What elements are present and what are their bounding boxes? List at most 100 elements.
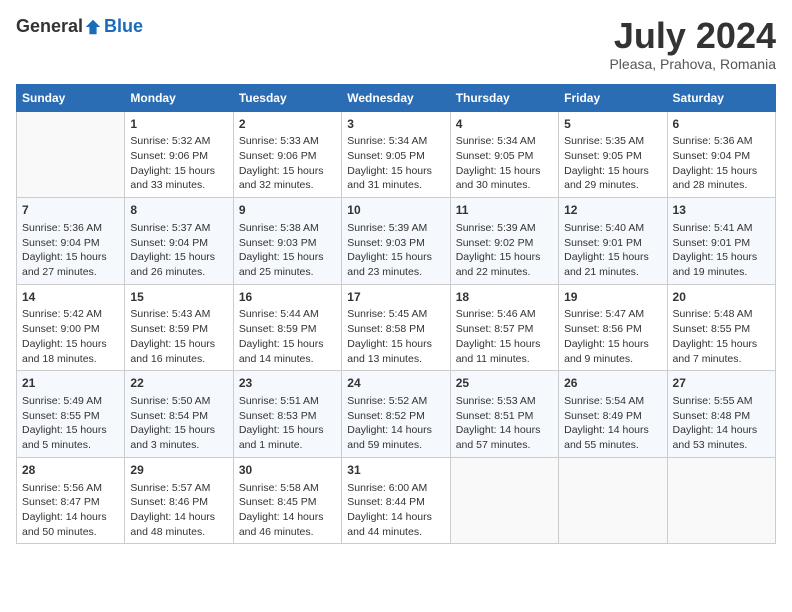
calendar-day-22: 22Sunrise: 5:50 AMSunset: 8:54 PMDayligh… [125,371,233,458]
day-info-line: Sunset: 8:46 PM [130,495,227,510]
day-info-line: Sunrise: 5:36 AM [673,134,770,149]
calendar-week-row: 21Sunrise: 5:49 AMSunset: 8:55 PMDayligh… [17,371,776,458]
day-number: 4 [456,116,553,133]
day-info-line: Sunset: 8:54 PM [130,409,227,424]
day-number: 5 [564,116,661,133]
day-number: 1 [130,116,227,133]
day-info-line: Daylight: 15 hours [239,250,336,265]
calendar-day-13: 13Sunrise: 5:41 AMSunset: 9:01 PMDayligh… [667,198,775,285]
header-day-thursday: Thursday [450,84,558,111]
day-info-line: Daylight: 14 hours [564,423,661,438]
calendar-day-11: 11Sunrise: 5:39 AMSunset: 9:02 PMDayligh… [450,198,558,285]
day-info-line: Daylight: 14 hours [347,423,444,438]
day-info-line: Sunset: 9:02 PM [456,236,553,251]
day-info-line: Sunrise: 5:57 AM [130,481,227,496]
day-info-line: Daylight: 15 hours [347,250,444,265]
day-info-line: Sunset: 8:47 PM [22,495,119,510]
day-info-line: Sunset: 9:01 PM [564,236,661,251]
day-info-line: and 29 minutes. [564,178,661,193]
day-info-line: Sunset: 9:04 PM [673,149,770,164]
day-info-line: Sunset: 9:00 PM [22,322,119,337]
calendar-day-8: 8Sunrise: 5:37 AMSunset: 9:04 PMDaylight… [125,198,233,285]
day-number: 7 [22,202,119,219]
calendar-day-28: 28Sunrise: 5:56 AMSunset: 8:47 PMDayligh… [17,457,125,544]
day-info-line: Sunset: 8:44 PM [347,495,444,510]
calendar-day-empty [559,457,667,544]
calendar-day-21: 21Sunrise: 5:49 AMSunset: 8:55 PMDayligh… [17,371,125,458]
day-info-line: Sunset: 8:56 PM [564,322,661,337]
calendar-header-row: SundayMondayTuesdayWednesdayThursdayFrid… [17,84,776,111]
calendar-day-empty [450,457,558,544]
day-number: 12 [564,202,661,219]
calendar-day-7: 7Sunrise: 5:36 AMSunset: 9:04 PMDaylight… [17,198,125,285]
calendar-day-empty [17,111,125,198]
day-info-line: Sunset: 9:03 PM [239,236,336,251]
day-number: 29 [130,462,227,479]
day-info-line: Sunset: 8:57 PM [456,322,553,337]
day-number: 3 [347,116,444,133]
calendar-subtitle: Pleasa, Prahova, Romania [609,56,776,72]
title-block: July 2024 Pleasa, Prahova, Romania [609,16,776,72]
day-info-line: Daylight: 15 hours [673,164,770,179]
day-number: 17 [347,289,444,306]
day-number: 13 [673,202,770,219]
calendar-day-6: 6Sunrise: 5:36 AMSunset: 9:04 PMDaylight… [667,111,775,198]
day-info-line: and 33 minutes. [130,178,227,193]
day-info-line: Sunset: 8:48 PM [673,409,770,424]
day-info-line: Sunrise: 6:00 AM [347,481,444,496]
calendar-day-empty [667,457,775,544]
calendar-table: SundayMondayTuesdayWednesdayThursdayFrid… [16,84,776,545]
calendar-day-9: 9Sunrise: 5:38 AMSunset: 9:03 PMDaylight… [233,198,341,285]
day-info-line: Sunset: 8:55 PM [673,322,770,337]
day-number: 11 [456,202,553,219]
day-info-line: Sunset: 8:45 PM [239,495,336,510]
calendar-day-5: 5Sunrise: 5:35 AMSunset: 9:05 PMDaylight… [559,111,667,198]
calendar-day-1: 1Sunrise: 5:32 AMSunset: 9:06 PMDaylight… [125,111,233,198]
day-info-line: and 48 minutes. [130,525,227,540]
day-info-line: and 28 minutes. [673,178,770,193]
day-info-line: Sunset: 9:01 PM [673,236,770,251]
calendar-day-17: 17Sunrise: 5:45 AMSunset: 8:58 PMDayligh… [342,284,450,371]
day-info-line: and 27 minutes. [22,265,119,280]
day-number: 18 [456,289,553,306]
day-info-line: Daylight: 15 hours [239,164,336,179]
day-info-line: Sunrise: 5:44 AM [239,307,336,322]
logo-general: General [16,16,83,37]
day-info-line: and 32 minutes. [239,178,336,193]
calendar-day-26: 26Sunrise: 5:54 AMSunset: 8:49 PMDayligh… [559,371,667,458]
day-info-line: Sunrise: 5:37 AM [130,221,227,236]
day-info-line: Sunrise: 5:34 AM [347,134,444,149]
header-day-sunday: Sunday [17,84,125,111]
day-info-line: and 19 minutes. [673,265,770,280]
day-info-line: Sunrise: 5:32 AM [130,134,227,149]
day-info-line: and 13 minutes. [347,352,444,367]
day-info-line: Sunset: 8:55 PM [22,409,119,424]
day-info-line: Sunrise: 5:56 AM [22,481,119,496]
day-info-line: Sunset: 9:06 PM [239,149,336,164]
day-info-line: and 46 minutes. [239,525,336,540]
day-number: 6 [673,116,770,133]
day-info-line: and 50 minutes. [22,525,119,540]
day-info-line: Daylight: 14 hours [130,510,227,525]
day-info-line: Sunset: 8:51 PM [456,409,553,424]
day-info-line: Daylight: 15 hours [130,337,227,352]
page-header: General Blue July 2024 Pleasa, Prahova, … [16,16,776,72]
day-number: 10 [347,202,444,219]
day-info-line: Sunset: 8:53 PM [239,409,336,424]
day-info-line: and 7 minutes. [673,352,770,367]
day-info-line: Sunrise: 5:51 AM [239,394,336,409]
header-day-friday: Friday [559,84,667,111]
day-info-line: and 26 minutes. [130,265,227,280]
day-info-line: Sunrise: 5:39 AM [456,221,553,236]
calendar-week-row: 7Sunrise: 5:36 AMSunset: 9:04 PMDaylight… [17,198,776,285]
calendar-week-row: 28Sunrise: 5:56 AMSunset: 8:47 PMDayligh… [17,457,776,544]
day-info-line: Sunset: 8:59 PM [239,322,336,337]
day-info-line: and 23 minutes. [347,265,444,280]
day-number: 14 [22,289,119,306]
day-info-line: Sunrise: 5:33 AM [239,134,336,149]
day-info-line: and 11 minutes. [456,352,553,367]
day-number: 16 [239,289,336,306]
day-info-line: and 59 minutes. [347,438,444,453]
day-info-line: Sunrise: 5:35 AM [564,134,661,149]
day-info-line: Sunrise: 5:50 AM [130,394,227,409]
